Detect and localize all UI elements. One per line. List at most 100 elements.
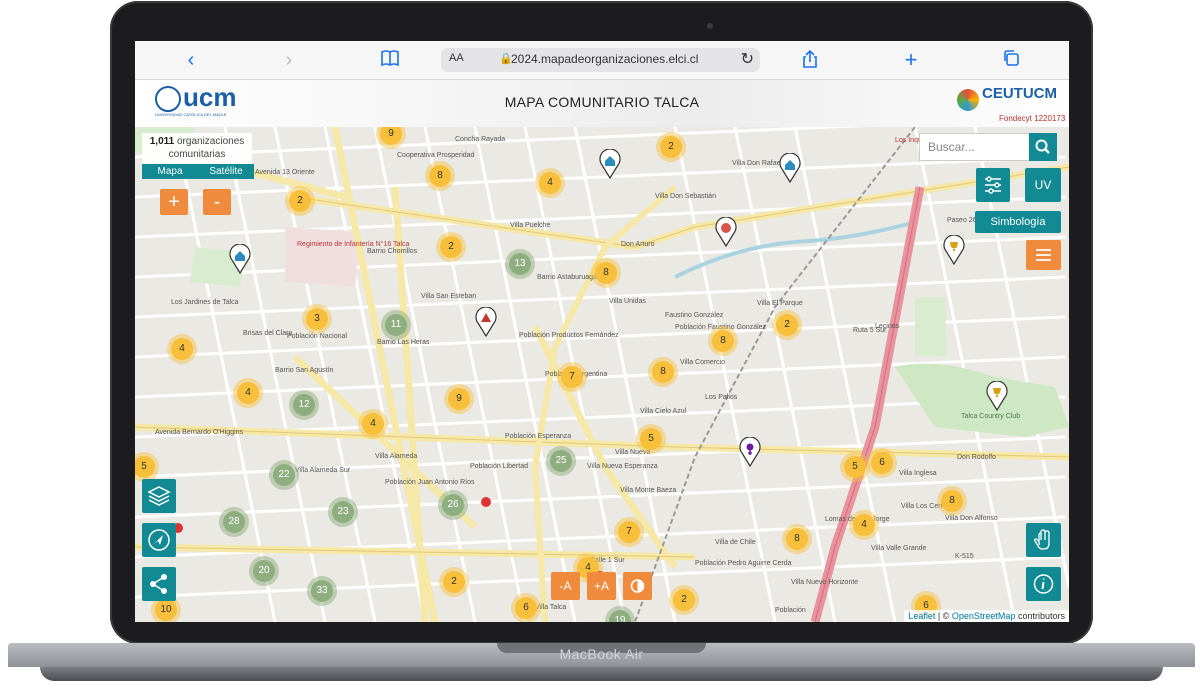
cluster-marker[interactable]: 2 [289,190,311,212]
text-larger-button[interactable]: +A [587,572,616,600]
hospital-icon [481,497,491,507]
zoom-out-button[interactable]: - [203,189,231,215]
osm-link[interactable]: OpenStreetMap [952,611,1016,621]
cluster-marker[interactable]: 3 [306,308,328,330]
house-pin-icon[interactable] [779,153,801,183]
cluster-marker[interactable]: 9 [448,388,470,410]
search-input[interactable]: Buscar... [919,133,1031,161]
share-icon[interactable] [798,49,822,71]
info-button[interactable] [1026,567,1061,601]
ceut-logo-text: CEUTUCM [982,85,1057,102]
webcam [707,23,713,29]
layers-button[interactable] [142,479,176,513]
women-org-pin-icon[interactable] [739,437,761,467]
cluster-marker[interactable]: 6 [515,597,537,619]
cluster-marker[interactable]: 4 [171,338,193,360]
cluster-marker[interactable]: 7 [618,521,640,543]
new-tab-icon[interactable]: + [899,49,923,71]
cluster-marker[interactable]: 2 [440,236,462,258]
back-icon[interactable]: ‹ [179,49,203,71]
zoom-in-button[interactable]: + [160,189,188,215]
uv-button[interactable]: UV [1025,168,1061,202]
hand-icon [1034,529,1050,550]
cluster-marker[interactable]: 22 [273,464,295,486]
share-map-button[interactable] [142,567,176,601]
navigation-icon [148,529,170,551]
map-label: Villa Inglesa [899,470,937,477]
map-label: Villa El Parque [757,300,803,307]
laptop-mockup: MacBook Air ‹ › AA 🔒 2024.mapadeorganiza… [0,0,1203,691]
contrast-icon [630,579,645,593]
cluster-marker[interactable]: 12 [293,394,315,416]
cluster-marker[interactable]: 4 [853,514,875,536]
cluster-marker[interactable]: 8 [429,165,451,187]
org-count-label: organizaciones comunitarias [168,136,245,160]
community-pin-icon[interactable] [715,217,737,247]
search-button[interactable] [1029,133,1057,161]
cluster-marker[interactable]: 26 [442,494,464,516]
forward-icon[interactable]: › [277,49,301,71]
map-label: Villa de Chile [715,539,756,546]
ceut-logo[interactable]: CEUTUCM Fondecyt 1220173 [957,85,1065,125]
org-pin-icon[interactable] [475,307,497,337]
cluster-marker[interactable]: 13 [509,253,531,275]
reader-aa[interactable]: AA [449,52,464,64]
cluster-marker[interactable]: 8 [712,330,734,352]
map-label: Don Arturo [621,241,655,248]
cluster-marker[interactable]: 4 [539,172,561,194]
cluster-marker[interactable]: 2 [660,136,682,158]
cluster-marker[interactable]: 6 [871,452,893,474]
cluster-marker[interactable]: 5 [640,428,662,450]
safari-toolbar: ‹ › AA 🔒 2024.mapadeorganizaciones.elci.… [135,41,1069,80]
cluster-marker[interactable]: 10 [155,599,177,621]
cluster-marker[interactable]: 8 [595,262,617,284]
trophy-pin-icon[interactable] [943,235,965,265]
cluster-marker[interactable]: 23 [332,501,354,523]
map-label: Brisas del Claro [243,330,293,337]
cluster-marker[interactable]: 33 [311,580,333,602]
basemap-mapa-button[interactable]: Mapa [142,164,198,179]
map-canvas[interactable]: Concha Rayada Villa Don Rafael Villa Don… [135,127,1069,622]
cluster-marker[interactable]: 7 [561,366,583,388]
trophy-pin-icon[interactable] [986,381,1008,411]
cluster-marker[interactable]: 2 [673,589,695,611]
cluster-marker[interactable]: 25 [550,450,572,472]
house-pin-icon[interactable] [229,244,251,274]
menu-button[interactable] [1026,240,1061,270]
cluster-marker[interactable]: 2 [776,314,798,336]
reload-icon[interactable]: ↻ [741,49,754,69]
locate-button[interactable] [142,523,176,557]
symbology-button[interactable]: Simbología [975,211,1061,233]
attribution-contributors: contributors [1017,611,1065,621]
map-label: Avenida 13 Oriente [255,169,315,176]
address-bar[interactable]: AA 🔒 2024.mapadeorganizaciones.elci.cl ↻ [441,48,760,72]
cluster-marker[interactable]: 20 [253,560,275,582]
cluster-marker[interactable]: 11 [385,314,407,336]
leaflet-link[interactable]: Leaflet [908,611,935,621]
cluster-marker[interactable]: 5 [844,456,866,478]
cluster-marker[interactable]: 8 [941,490,963,512]
laptop-base-bottom [40,667,1163,681]
bookmarks-icon[interactable] [378,49,402,71]
map-label: Villa Nueva [615,449,651,456]
map-label: Población Libertad [470,463,528,470]
contrast-button[interactable] [623,572,652,600]
cluster-marker[interactable]: 4 [362,413,384,435]
house-pin-icon[interactable] [599,149,621,179]
cluster-marker[interactable]: 28 [223,511,245,533]
filter-button[interactable] [976,168,1010,202]
cluster-marker[interactable]: 2 [443,571,465,593]
basemap-satelite-button[interactable]: Satélite [198,164,254,179]
map-label: Villa Comercio [680,359,725,366]
info-icon [1033,574,1054,594]
cluster-marker[interactable]: 8 [652,361,674,383]
text-smaller-button[interactable]: -A [551,572,580,600]
map-label: Barrio Astaburuaga [537,274,597,281]
cluster-marker[interactable]: 8 [786,528,808,550]
map-label: Don Rodolfo [957,454,996,461]
org-count-number: 1,011 [149,136,175,147]
tabs-icon[interactable] [999,49,1023,71]
device-model-label: MacBook Air [559,646,644,662]
cluster-marker[interactable]: 4 [237,382,259,404]
pan-button[interactable] [1026,523,1061,557]
